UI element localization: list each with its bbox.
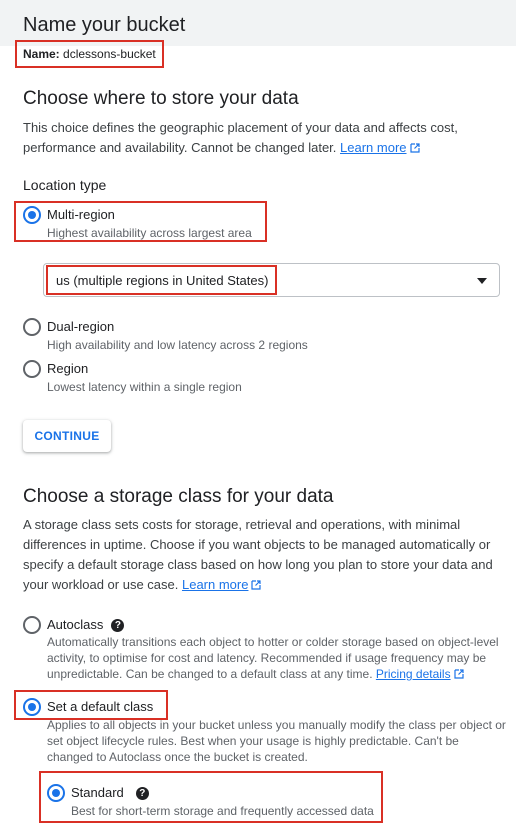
option-autoclass-title: Autoclass? [47, 617, 125, 632]
highlight-box-name [15, 40, 164, 68]
option-dual-region-label: Dual-region [47, 319, 115, 334]
option-dual-region-desc: High availability and low latency across… [47, 338, 308, 352]
option-region-label: Region [47, 361, 89, 376]
location-learn-more-link[interactable]: Learn more [340, 140, 420, 155]
radio-region[interactable] [23, 360, 41, 378]
option-default-class-desc: Applies to all objects in your bucket un… [47, 718, 506, 764]
highlight-box-standard [39, 771, 383, 823]
external-link-icon [453, 669, 464, 679]
location-description: This choice defines the geographic place… [23, 118, 493, 158]
option-autoclass-desc: Automatically transitions each object to… [47, 634, 507, 682]
continue-button[interactable]: CONTINUE [23, 420, 111, 452]
continue-button-label: CONTINUE [34, 429, 100, 443]
radio-dual-region[interactable] [23, 318, 41, 336]
external-link-icon [251, 580, 262, 590]
external-link-icon [409, 143, 420, 153]
highlight-box-default-class [14, 690, 168, 720]
option-autoclass-label: Autoclass [47, 617, 104, 632]
storage-section-title: Choose a storage class for your data [23, 486, 334, 507]
help-icon[interactable]: ? [111, 619, 125, 632]
page-title: Name your bucket [23, 14, 186, 36]
radio-autoclass[interactable] [23, 616, 41, 634]
storage-description: A storage class sets costs for storage, … [23, 515, 501, 595]
location-section-title: Choose where to store your data [23, 88, 299, 109]
pricing-details-link[interactable]: Pricing details [376, 667, 464, 681]
location-type-label: Location type [23, 177, 107, 193]
option-region-desc: Lowest latency within a single region [47, 380, 242, 394]
dropdown-arrow-icon [477, 278, 487, 284]
highlight-box-select [46, 265, 277, 295]
storage-learn-more-link[interactable]: Learn more [182, 577, 262, 592]
highlight-box-multi-region [14, 201, 267, 242]
